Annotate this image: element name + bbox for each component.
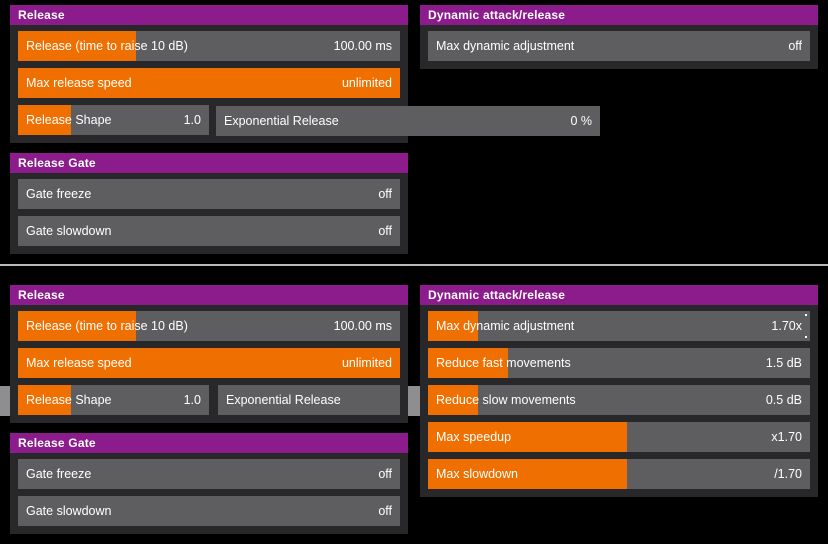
param-label: Gate freeze xyxy=(26,187,92,201)
param-value: 1.5 dB xyxy=(765,356,802,370)
param-release-shape[interactable]: Release Shape 1.0 xyxy=(18,105,209,135)
param-label: Release Shape xyxy=(26,393,112,407)
plugin-window: Release Release (time to raise 10 dB) 10… xyxy=(0,0,828,544)
param-value: off xyxy=(378,224,392,238)
param-max-dynamic-adjustment[interactable]: Max dynamic adjustment 1.70x xyxy=(428,311,810,341)
param-value: /1.70 xyxy=(774,467,802,481)
param-value: 1.0 xyxy=(183,113,201,127)
param-label: Reduce slow movements xyxy=(436,393,576,407)
param-label: Release (time to raise 10 dB) xyxy=(26,39,188,53)
panel-body: Max dynamic adjustment 1.70x Reduce fast… xyxy=(420,305,818,497)
param-max-slowdown[interactable]: Max slowdown /1.70 xyxy=(428,459,810,489)
param-value: 1.0 xyxy=(183,393,201,407)
param-max-release-speed[interactable]: Max release speed unlimited xyxy=(18,68,400,98)
param-label: Exponential Release xyxy=(226,393,341,407)
param-gate-slowdown[interactable]: Gate slowdown off xyxy=(18,496,400,526)
param-gate-freeze[interactable]: Gate freeze off xyxy=(18,459,400,489)
param-release-curve-bottom[interactable]: Exponential Release xyxy=(218,385,400,415)
param-value: off xyxy=(378,504,392,518)
param-label: Exponential Release xyxy=(224,114,339,128)
param-label: Max speedup xyxy=(436,430,512,444)
param-label: Gate slowdown xyxy=(26,224,112,238)
param-reduce-slow-movements[interactable]: Reduce slow movements 0.5 dB xyxy=(428,385,810,415)
panel-dynamic-top: Dynamic attack/release Max dynamic adjus… xyxy=(420,5,818,69)
param-release-shape[interactable]: Release Shape 1.0 xyxy=(18,385,209,415)
panel-title: Release Gate xyxy=(10,433,408,453)
panel-title: Release xyxy=(10,5,408,25)
param-label: Reduce fast movements xyxy=(436,356,571,370)
panel-body: Release (time to raise 10 dB) 100.00 ms … xyxy=(10,305,408,423)
preset-variant-top: Release Release (time to raise 10 dB) 10… xyxy=(0,0,828,264)
preset-variant-bottom: Release Release (time to raise 10 dB) 10… xyxy=(0,266,828,544)
param-label: Max dynamic adjustment xyxy=(436,319,575,333)
panel-body: Gate freeze off Gate slowdown off xyxy=(10,173,408,254)
param-release-time[interactable]: Release (time to raise 10 dB) 100.00 ms xyxy=(18,31,400,61)
param-reduce-fast-movements[interactable]: Reduce fast movements 1.5 dB xyxy=(428,348,810,378)
param-value: off xyxy=(788,39,802,53)
param-max-dynamic-adjustment[interactable]: Max dynamic adjustment off xyxy=(428,31,810,61)
panel-body: Gate freeze off Gate slowdown off xyxy=(10,453,408,534)
param-max-speedup[interactable]: Max speedup x1.70 xyxy=(428,422,810,452)
param-release-curve-top[interactable]: Exponential Release 0 % xyxy=(216,106,600,136)
panel-title: Dynamic attack/release xyxy=(420,5,818,25)
param-label: Gate freeze xyxy=(26,467,92,481)
panel-body: Max dynamic adjustment off xyxy=(420,25,818,69)
param-label: Max dynamic adjustment xyxy=(436,39,575,53)
param-gate-freeze[interactable]: Gate freeze off xyxy=(18,179,400,209)
param-value: unlimited xyxy=(341,76,392,90)
panel-release-gate-top: Release Gate Gate freeze off Gate slowdo… xyxy=(10,153,408,254)
param-label: Gate slowdown xyxy=(26,504,112,518)
edit-marker-icon xyxy=(805,336,807,338)
param-value: x1.70 xyxy=(771,430,802,444)
param-value: 100.00 ms xyxy=(333,39,392,53)
param-gate-slowdown[interactable]: Gate slowdown off xyxy=(18,216,400,246)
param-value: 0 % xyxy=(570,114,592,128)
param-max-release-speed[interactable]: Max release speed unlimited xyxy=(18,348,400,378)
param-value: 100.00 ms xyxy=(333,319,392,333)
param-value: off xyxy=(378,187,392,201)
panel-title: Release Gate xyxy=(10,153,408,173)
edit-marker-icon xyxy=(805,314,807,316)
param-label: Release (time to raise 10 dB) xyxy=(26,319,188,333)
param-label: Max release speed xyxy=(26,356,132,370)
param-value: 0.5 dB xyxy=(765,393,802,407)
panel-title: Release xyxy=(10,285,408,305)
param-value: off xyxy=(378,467,392,481)
panel-release-gate-bottom: Release Gate Gate freeze off Gate slowdo… xyxy=(10,433,408,534)
param-label: Release Shape xyxy=(26,113,112,127)
param-label: Max slowdown xyxy=(436,467,518,481)
panel-dynamic-bottom: Dynamic attack/release Max dynamic adjus… xyxy=(420,285,818,497)
panel-title: Dynamic attack/release xyxy=(420,285,818,305)
param-value: unlimited xyxy=(341,356,392,370)
param-release-time[interactable]: Release (time to raise 10 dB) 100.00 ms xyxy=(18,311,400,341)
panel-release-bottom: Release Release (time to raise 10 dB) 10… xyxy=(10,285,408,423)
shape-row-group: Release Shape 1.0 Exponential Release xyxy=(18,385,400,415)
param-label: Max release speed xyxy=(26,76,132,90)
param-value: 1.70x xyxy=(771,319,802,333)
